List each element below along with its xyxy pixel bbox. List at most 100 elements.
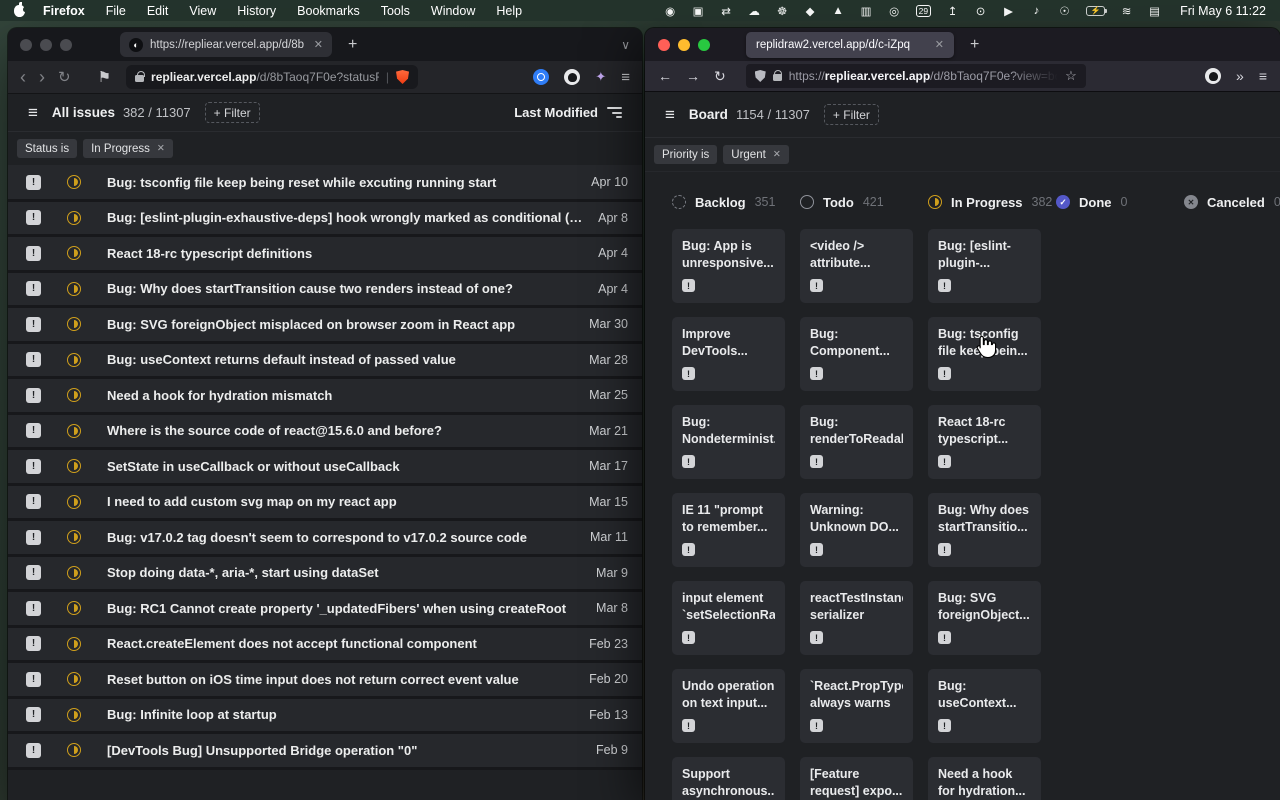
tab-list-chevron-icon[interactable]: ∨ [621,38,630,52]
remove-filter-icon[interactable]: ✕ [773,149,781,160]
issue-card[interactable]: `React.PropType always warns ab ! [800,669,913,743]
issue-card[interactable]: reactTestInstance serializer ! [800,581,913,655]
menu-item-file[interactable]: File [106,4,126,18]
issue-card[interactable]: <video /> attribute... ! [800,229,913,303]
issue-card[interactable]: Bug: useContext... ! [928,669,1041,743]
issue-row[interactable]: ! SetState in useCallback or without use… [8,450,642,486]
filter-chip[interactable]: In Progress✕ [83,139,173,158]
new-tab-button[interactable]: + [348,36,357,54]
issue-row[interactable]: ! Reset button on iOS time input does no… [8,663,642,699]
screen-record-icon[interactable]: ◉ [664,4,677,18]
menu-item-window[interactable]: Window [431,4,475,18]
calendar-icon[interactable]: 29 [916,5,931,17]
issue-card[interactable]: Support asynchronous... ! [672,757,785,800]
brave-shield-icon[interactable] [396,70,409,84]
forward-button[interactable]: → [686,68,700,84]
issue-row[interactable]: ! Bug: v17.0.2 tag doesn't seem to corre… [8,521,642,557]
sort-control[interactable]: Last Modified [514,105,622,120]
close-window-button[interactable] [20,39,32,51]
issue-card[interactable]: Need a hook for hydration... ! [928,757,1041,800]
address-bar[interactable]: https://repliear.vercel.app/d/8bTaoq7F0e… [746,64,1086,88]
triangle-app-icon[interactable]: ▲ [832,4,845,18]
issue-row[interactable]: ! React.createElement does not accept fu… [8,628,642,664]
issue-row[interactable]: ! Stop doing data-*, aria-*, start using… [8,557,642,593]
back-button[interactable]: ‹ [20,68,26,86]
github-extension-icon[interactable] [564,69,580,85]
play-icon[interactable]: ▶ [1002,4,1015,18]
issue-card[interactable]: Undo operation on text input... ! [672,669,785,743]
window-controls[interactable] [20,39,72,51]
bookmark-star-icon[interactable]: ☆ [1065,68,1077,84]
minimize-window-button[interactable] [40,39,52,51]
menu-item-bookmarks[interactable]: Bookmarks [297,4,360,18]
window-controls[interactable] [658,39,710,51]
overflow-menu-icon[interactable]: » [1236,68,1244,84]
tracking-protection-shield-icon[interactable] [755,70,766,82]
menu-item-tools[interactable]: Tools [381,4,410,18]
issue-row[interactable]: ! Need a hook for hydration mismatch Mar… [8,379,642,415]
close-tab-icon[interactable]: ✕ [314,38,323,51]
extensions-puzzle-icon[interactable]: ✦ [595,69,606,85]
browser-menu-icon[interactable]: ≡ [621,69,630,86]
issue-row[interactable]: ! Bug: tsconfig file keep being reset wh… [8,166,642,202]
sort-order-icon[interactable] [607,107,622,118]
bookmark-icon[interactable]: ⚑ [98,70,111,85]
address-bar[interactable]: repliear.vercel.app /d/8bTaoq7F0e?status… [126,65,418,89]
new-tab-button[interactable]: + [970,36,979,54]
app-menu-icon[interactable]: ≡ [665,105,675,125]
issue-row[interactable]: ! Bug: Infinite loop at startup Feb 13 [8,699,642,735]
window-layout-icon[interactable]: ▥ [860,4,873,18]
menu-item-firefox[interactable]: Firefox [43,4,85,18]
issue-card[interactable]: input element `setSelectionRa ! [672,581,785,655]
forward-button[interactable]: › [39,68,45,86]
volume-icon[interactable]: ♪ [1030,4,1043,18]
reload-button[interactable]: ↻ [714,68,726,85]
issue-card[interactable]: Improve DevTools... ! [672,317,785,391]
menu-item-view[interactable]: View [189,4,216,18]
camera-icon[interactable]: ▣ [692,4,705,18]
issue-row[interactable]: ! Bug: SVG foreignObject misplaced on br… [8,308,642,344]
reload-button[interactable]: ↻ [58,70,71,85]
issue-row[interactable]: ! Bug: Why does startTransition cause tw… [8,273,642,309]
issue-card[interactable]: Bug: [eslint-plugin-... ! [928,229,1041,303]
menu-item-edit[interactable]: Edit [147,4,169,18]
issue-card[interactable]: Bug: App is unresponsive... ! [672,229,785,303]
zoom-window-button[interactable] [698,39,710,51]
apple-menu-icon[interactable] [14,5,25,17]
issue-row[interactable]: ! I need to add custom svg map on my rea… [8,486,642,522]
menu-bar-clock[interactable]: Fri May 6 11:22 [1180,4,1266,18]
control-center-icon[interactable]: ▤ [1148,4,1161,18]
issue-card[interactable]: Bug: Nondeterminist... ! [672,405,785,479]
issue-card[interactable]: Bug: Why does startTransitio... ! [928,493,1041,567]
issue-card[interactable]: IE 11 "prompt to remember... ! [672,493,785,567]
remove-filter-icon[interactable]: ✕ [157,143,165,154]
power-icon[interactable]: ⊙ [974,4,987,18]
issue-card[interactable]: [Feature request] expo... ! [800,757,913,800]
issue-card[interactable]: Bug: tsconfig file keep bein... ! [928,317,1041,391]
issue-card[interactable]: Warning: Unknown DO... ! [800,493,913,567]
filter-chip[interactable]: Priority is [654,145,717,164]
add-filter-button[interactable]: + Filter [205,102,260,123]
issue-row[interactable]: ! React 18-rc typescript definitions Apr… [8,237,642,273]
battery-icon[interactable]: ⚡ [1086,6,1105,16]
sync-icon[interactable]: ⇄ [720,4,733,18]
back-button[interactable]: ← [658,68,672,84]
github-extension-icon[interactable] [1205,68,1221,84]
wifi-icon[interactable]: ≋ [1120,4,1133,18]
close-window-button[interactable] [658,39,670,51]
issue-card[interactable]: React 18-rc typescript... ! [928,405,1041,479]
browser-tab[interactable]: ◐ https://repliear.vercel.app/d/8b ✕ [120,32,332,57]
onepassword-icon[interactable]: ◎ [888,4,901,18]
issue-row[interactable]: ! Where is the source code of react@15.6… [8,415,642,451]
menu-item-help[interactable]: Help [496,4,522,18]
filter-chip[interactable]: Status is [17,139,77,158]
issue-card[interactable]: Bug: renderToReadab ! [800,405,913,479]
zoom-window-button[interactable] [60,39,72,51]
ports-icon[interactable]: ↥ [946,4,959,18]
onepassword-extension-icon[interactable] [533,69,549,85]
issue-card[interactable]: Bug: SVG foreignObject... ! [928,581,1041,655]
dropbox-icon[interactable]: ◆ [804,4,817,18]
app-menu-icon[interactable]: ≡ [28,103,38,123]
cloud-icon[interactable]: ☁ [748,4,761,18]
add-filter-button[interactable]: + Filter [824,104,879,125]
